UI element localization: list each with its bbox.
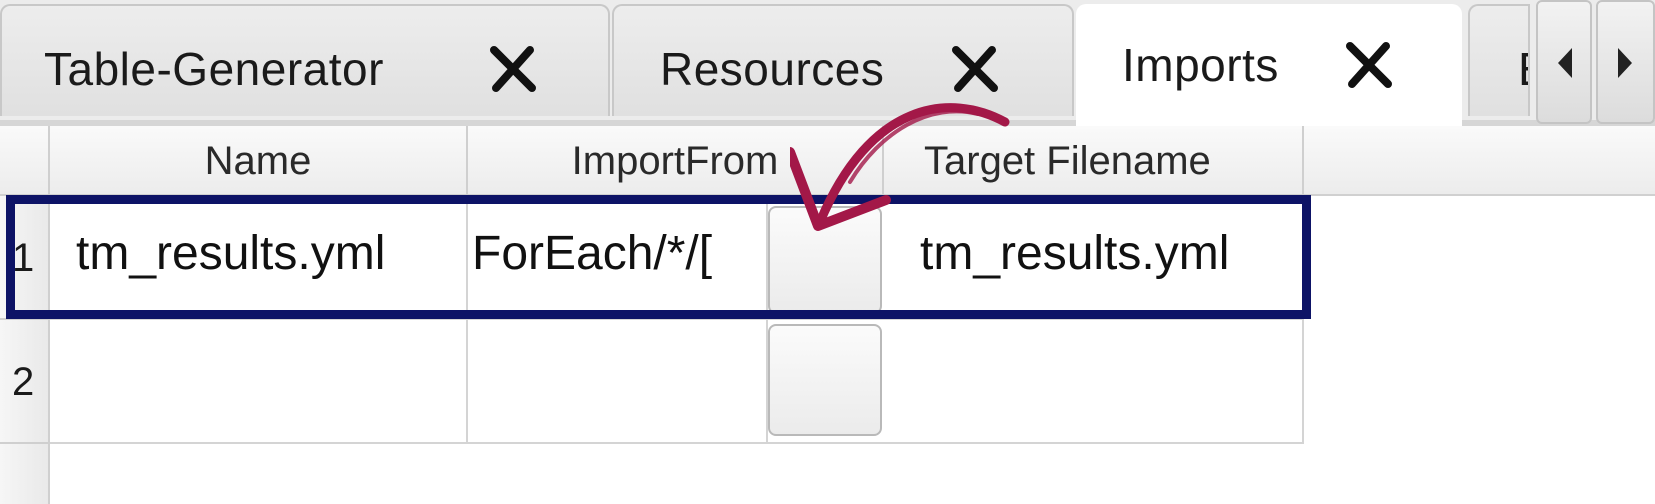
triangle-right-icon [1618,48,1632,78]
tab-label: Resources [660,43,885,95]
tab-label: Imports [1122,39,1279,91]
close-icon[interactable] [1342,40,1396,90]
cell-import-from[interactable]: ForEach/*/[ [468,196,768,320]
cell-target-filename[interactable] [884,320,1304,444]
close-icon[interactable] [948,44,1002,94]
table-corner [0,126,50,196]
tab-resources[interactable]: Resources [612,4,1074,116]
cell-import-from-browse [768,196,884,320]
row-header[interactable] [0,444,50,504]
cell-target-filename[interactable]: tm_results.yml [884,196,1304,320]
cell-name[interactable] [50,320,468,444]
column-header-import-from[interactable]: ImportFrom [468,126,884,196]
triangle-left-icon [1558,48,1572,78]
tab-partial[interactable]: E [1468,4,1530,116]
cell-import-from-browse [768,320,884,444]
row-header[interactable]: 1 [0,196,50,320]
tab-label: E [1518,42,1528,96]
browse-button[interactable] [768,324,882,436]
column-header-target-filename[interactable]: Target Filename [884,126,1304,196]
close-icon[interactable] [486,44,540,94]
cell-value: tm_results.yml [76,227,386,280]
cell-import-from[interactable] [468,320,768,444]
tab-scroll-right-button[interactable] [1596,0,1655,124]
tab-imports[interactable]: Imports [1076,4,1462,126]
imports-table: Name ImportFrom Target Filename 1 tm_res… [0,126,1655,504]
table-header: Name ImportFrom Target Filename [0,126,1655,196]
tab-scroll-left-button[interactable] [1536,0,1592,124]
tab-table-generator[interactable]: Table-Generator [0,4,610,116]
tab-bar: Table-Generator Resources Imports E [0,0,1655,126]
tab-label: Table-Generator [44,43,384,95]
cell-value: ForEach/*/[ [472,227,713,280]
imports-editor: Table-Generator Resources Imports E [0,0,1655,504]
cell-name[interactable]: tm_results.yml [50,196,468,320]
browse-button[interactable] [768,206,882,314]
row-header[interactable]: 2 [0,320,50,444]
cell-value: tm_results.yml [920,227,1230,280]
column-header-name[interactable]: Name [50,126,468,196]
